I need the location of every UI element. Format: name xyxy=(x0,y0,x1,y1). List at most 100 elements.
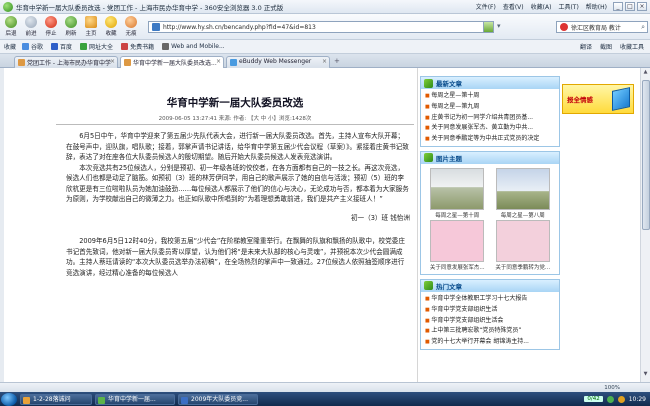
list-item[interactable]: 每周之星—第九周 xyxy=(425,102,556,113)
forward-arrow-icon xyxy=(25,16,37,28)
status-bar: 100% xyxy=(0,382,650,392)
list-item[interactable]: 关于同意发展张军杰、黄立勤为中共... xyxy=(425,123,556,134)
ad-banner[interactable]: 报全情感 xyxy=(562,84,634,114)
back-arrow-icon xyxy=(5,16,17,28)
tray-indicator[interactable]: 0/42 xyxy=(584,396,603,402)
latest-articles-title: 最新文章 xyxy=(436,80,462,88)
tab-close-icon[interactable]: × xyxy=(110,58,115,65)
ad-label: 报全情感 xyxy=(567,96,593,104)
menu-file[interactable]: 文件(F) xyxy=(476,2,496,11)
document-icon xyxy=(181,396,188,404)
taskbar-item-browser[interactable]: 华育中学新一届... xyxy=(95,393,175,405)
window-controls: _ □ × xyxy=(613,2,647,11)
menu-tools[interactable]: 工具(T) xyxy=(558,2,578,11)
article-paragraph: 2009年6月5日12时40分，我校第五届“少代会”在阶梯教室隆重举行。在飘舞的… xyxy=(66,237,405,277)
maximize-button[interactable]: □ xyxy=(625,2,635,11)
photo-thumbnail[interactable] xyxy=(495,167,550,210)
volume-icon[interactable] xyxy=(617,395,625,403)
list-item[interactable]: 华育中学党支部组织生活会 xyxy=(425,316,556,327)
favorite-item-books[interactable]: 免费书籍 xyxy=(121,42,154,51)
taskbar-item[interactable]: 1-2-28落诚问 xyxy=(20,393,92,405)
start-button[interactable] xyxy=(1,392,17,406)
incognito-button[interactable]: 无痕 xyxy=(122,16,140,37)
list-item[interactable]: 每周之星—第十周 xyxy=(425,91,556,102)
taskbar-item-document[interactable]: 2009年大队委员竞... xyxy=(178,393,258,405)
favorite-item-directory[interactable]: 网址大全 xyxy=(80,42,113,51)
section-icon xyxy=(424,153,433,163)
menu-favorites[interactable]: 收藏(A) xyxy=(531,2,552,11)
title-bar: 华育中学新一届大队委员改选 - 党团工作 - 上海市民办华育中学 - 360安全… xyxy=(0,0,650,14)
minimize-button[interactable]: _ xyxy=(613,2,623,11)
photo-thumbnail[interactable] xyxy=(430,219,485,262)
tab-close-icon[interactable]: × xyxy=(216,58,221,65)
sidebar-gutter xyxy=(0,68,4,382)
photo-item[interactable]: 关于同意季鹏转为党... xyxy=(493,219,554,272)
photo-item[interactable]: 关于同意发展张军杰... xyxy=(427,219,488,272)
photo-item[interactable]: 每周之星—第十周 xyxy=(427,167,488,220)
list-item[interactable]: 华育中学全体教职工学习十七大报告 xyxy=(425,294,556,305)
photo-item[interactable]: 每周之星—第八周 xyxy=(493,167,554,220)
search-icon[interactable]: ⌕ xyxy=(641,23,645,32)
home-icon xyxy=(85,16,97,28)
incognito-icon xyxy=(125,16,137,28)
scroll-down-icon[interactable]: ▼ xyxy=(641,371,650,381)
web-icon xyxy=(162,43,170,50)
favorites-bar: 收藏 谷歌 百度 网址大全 免费书籍 Web and Mobile... 翻译 … xyxy=(0,40,650,54)
tab-page-icon xyxy=(230,59,237,66)
menu-help[interactable]: 帮助(H) xyxy=(586,2,607,11)
scrollbar-thumb[interactable] xyxy=(642,80,650,230)
close-button[interactable]: × xyxy=(637,2,647,11)
translate-button[interactable]: 翻译 xyxy=(580,42,592,51)
list-item[interactable]: 华育中学党支部组织生活 xyxy=(425,305,556,316)
new-tab-icon[interactable]: + xyxy=(334,57,340,65)
menu-view[interactable]: 查看(V) xyxy=(503,2,524,11)
clock[interactable]: 10:29 xyxy=(629,396,646,403)
home-button[interactable]: 主页 xyxy=(82,16,100,37)
article-paragraph: 6月5日中午，华育中学迎来了第五届少先队代表大会，进行新一届大队委员改选。首先，… xyxy=(66,132,409,161)
hot-articles-title: 热门文章 xyxy=(436,282,462,291)
tab-ebuddy[interactable]: eBuddy Web Messenger × xyxy=(226,56,330,68)
stop-button[interactable]: 停止 xyxy=(42,16,60,37)
search-box[interactable]: 徐汇区教育局 教计 ⌕ xyxy=(556,21,648,33)
list-item[interactable]: 关于同意季鹏定等为中共正式党员的决定 xyxy=(425,134,556,145)
browser-logo-icon xyxy=(3,1,13,12)
forward-button[interactable]: 前进 xyxy=(22,16,40,37)
tab-page-icon xyxy=(124,59,131,66)
favorite-item-google[interactable]: 谷歌 xyxy=(22,42,43,51)
browser-icon xyxy=(98,396,105,404)
refresh-button[interactable]: 刷新 xyxy=(62,16,80,37)
search-input[interactable]: 徐汇区教育局 教计 xyxy=(571,23,621,32)
back-button[interactable]: 后退 xyxy=(2,16,20,37)
photo-topics-title: 图片主题 xyxy=(436,154,462,163)
folder-icon xyxy=(23,396,30,404)
article-title: 华育中学新一届大队委员改选 xyxy=(166,97,304,109)
list-item[interactable]: 党的十七大举行开幕会 胡锦涛主持... xyxy=(425,337,556,348)
scroll-up-icon[interactable]: ▲ xyxy=(641,69,650,79)
tab-party-work[interactable]: 党团工作 - 上海市民办华育中学 × xyxy=(14,56,118,68)
vertical-scrollbar[interactable]: ▲ ▼ xyxy=(640,68,650,382)
go-button[interactable] xyxy=(483,22,493,32)
menu-bar: 文件(F) 查看(V) 收藏(A) 工具(T) 帮助(H) xyxy=(476,2,607,11)
chevron-down-icon[interactable]: ▾ xyxy=(497,22,501,30)
photo-thumbnail[interactable] xyxy=(430,167,485,210)
address-bar[interactable]: http://www.hy.sh.cn/bencandy.php?fid=47&… xyxy=(148,21,494,33)
address-input[interactable]: http://www.hy.sh.cn/bencandy.php?fid=47&… xyxy=(163,24,316,31)
list-item[interactable]: 上中第三批聘宏歌“党员特殊党员” xyxy=(425,326,556,337)
zoom-level[interactable]: 100% xyxy=(604,385,620,391)
photo-thumbnail[interactable] xyxy=(495,219,550,262)
tab-close-icon[interactable]: × xyxy=(322,58,327,65)
network-icon[interactable] xyxy=(606,395,614,403)
favorites-label[interactable]: 收藏 xyxy=(4,42,16,51)
screenshot-button[interactable]: 截图 xyxy=(600,42,612,51)
window-title: 华育中学新一届大队委员改选 - 党团工作 - 上海市民办华育中学 - 360安全… xyxy=(16,3,284,12)
page-icon xyxy=(152,23,160,31)
google-icon xyxy=(22,43,30,50)
favorites-tools-button[interactable]: 收藏工具 xyxy=(620,42,644,51)
favorites-button[interactable]: 收藏 xyxy=(102,16,120,37)
favorite-item-baidu[interactable]: 百度 xyxy=(51,42,72,51)
article-meta: 2009-06-05 13:27:41 来源: 作者: 【大 中 小】浏览:14… xyxy=(158,116,312,122)
stop-icon xyxy=(45,16,57,28)
favorite-item-web-mobile[interactable]: Web and Mobile... xyxy=(162,43,225,50)
list-item[interactable]: 庄黄书记为初一同学介绍共青团员基... xyxy=(425,113,556,124)
book-icon xyxy=(121,43,129,50)
